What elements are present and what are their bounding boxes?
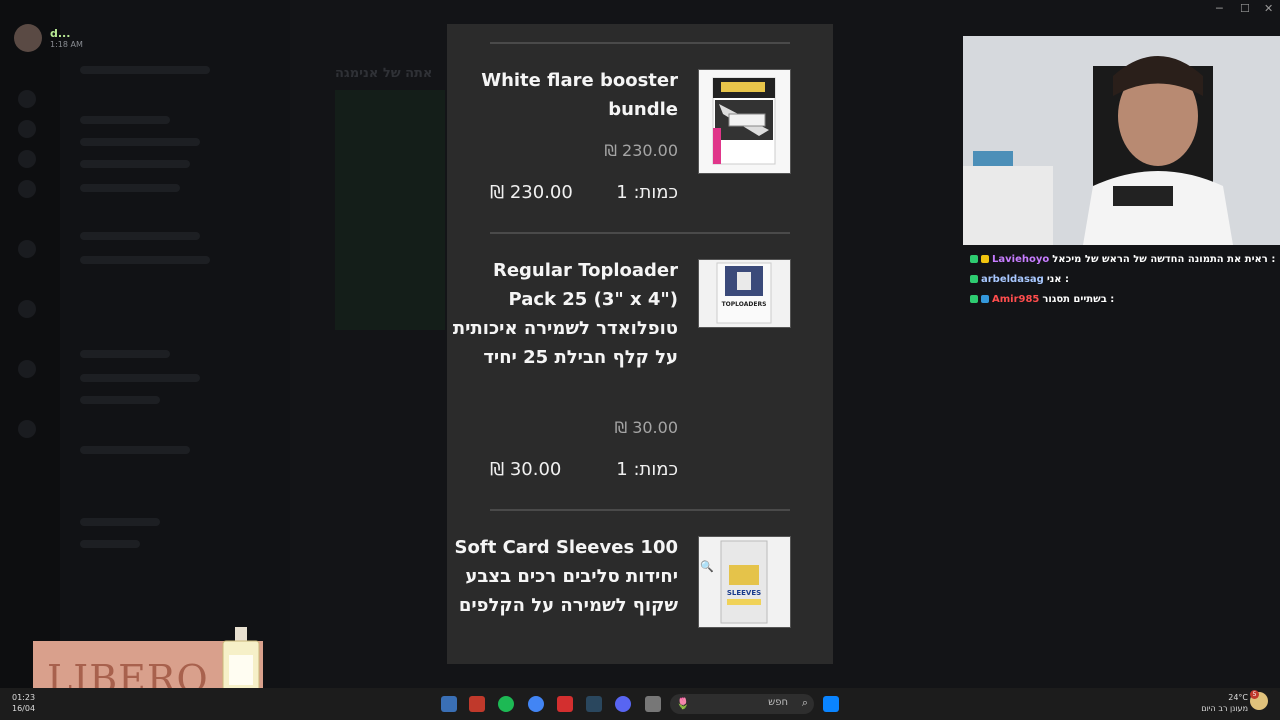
webcam-overlay	[963, 36, 1280, 245]
product-price: ₪ 230.00	[604, 141, 678, 160]
taskbar: 01:23 16/04 🌷 חפש ⌕ 24°C מעונן רב היום 5	[0, 688, 1280, 720]
chat-message: Amir985 בשתיים תסגור :	[970, 289, 1280, 309]
search-input[interactable]: 🌷 חפש ⌕	[670, 694, 814, 714]
thumb-label-sleeves: SLEEVES	[727, 589, 761, 597]
flowers-icon: 🌷	[676, 697, 690, 710]
product-title[interactable]: Regular Toploader Pack 25 (3" x 4") טופל…	[448, 256, 678, 372]
product-title[interactable]: White flare booster bundle	[448, 66, 678, 124]
chat-badge-icon	[981, 295, 989, 303]
product-total: ₪ 30.00	[490, 459, 562, 480]
clock-date: 16/04	[12, 704, 36, 713]
stream-chat: Laviehoyo ראית את התמונה החדשה של הראש ש…	[970, 249, 1280, 309]
user-info[interactable]: d... 1:18 AM	[14, 24, 83, 52]
chat-badge-icon	[981, 255, 989, 263]
app-icon[interactable]	[469, 696, 485, 712]
chat-text: בשתיים תסגור :	[1042, 293, 1115, 305]
taskbar-clock[interactable]: 01:23 16/04	[12, 692, 35, 714]
chat-badge-icon	[970, 255, 978, 263]
product-quantity[interactable]: כמות: 1	[616, 182, 678, 203]
weather-widget[interactable]: 24°C מעונן רב היום	[1200, 692, 1248, 714]
discord-icon[interactable]	[615, 696, 631, 712]
chat-username: Laviehoyo	[992, 253, 1050, 265]
cart-modal[interactable]: White flare booster bundle ₪ 230.00 כמות…	[447, 24, 833, 664]
background-image	[335, 90, 445, 330]
product-image-white-flare[interactable]	[698, 69, 791, 174]
search-placeholder: חפש	[768, 697, 788, 708]
product-image-toploader[interactable]: TOPLOADERS	[698, 259, 791, 328]
channel-list	[60, 0, 290, 688]
divider	[490, 42, 790, 44]
product-price: ₪ 30.00	[614, 418, 678, 437]
product-quantity[interactable]: כמות: 1	[616, 459, 678, 480]
spotify-icon[interactable]	[498, 696, 514, 712]
chat-badge-icon	[970, 295, 978, 303]
zoom-icon[interactable]: 🔍	[700, 560, 714, 573]
user-time: 1:18 AM	[50, 40, 83, 49]
divider	[490, 232, 790, 234]
weather-temp: 24°C	[1228, 693, 1248, 702]
product-title[interactable]: Soft Card Sleeves 100 יחידות סליבים רכים…	[448, 533, 678, 620]
chat-text: אני :	[1046, 273, 1070, 285]
avatar	[14, 24, 42, 52]
channel-title: אתה של אנימגה	[335, 66, 433, 81]
file-explorer-icon[interactable]	[645, 696, 661, 712]
close-icon[interactable]: ✕	[1264, 2, 1273, 15]
steam-icon[interactable]	[586, 696, 602, 712]
chrome-icon[interactable]	[528, 696, 544, 712]
chat-username: arbeldasag	[981, 273, 1044, 285]
notification-badge: 5	[1250, 690, 1259, 699]
minimize-icon[interactable]: ─	[1216, 2, 1223, 15]
product-image-sleeves[interactable]: SLEEVES	[698, 536, 791, 628]
maximize-icon[interactable]: ☐	[1240, 2, 1250, 15]
chat-message: arbeldasag אני :	[970, 269, 1280, 289]
user-name: d...	[50, 27, 71, 40]
app-icon[interactable]	[557, 696, 573, 712]
chat-text: ראית את התמונה החדשה של הראש של מיכאל :	[1052, 253, 1276, 265]
calculator-icon[interactable]	[441, 696, 457, 712]
thumb-label-toploaders: TOPLOADERS	[722, 301, 767, 308]
chat-username: Amir985	[992, 293, 1040, 305]
product-total: ₪ 230.00	[490, 182, 573, 203]
search-icon: ⌕	[801, 696, 808, 709]
server-sidebar	[0, 0, 60, 688]
clock-time: 01:23	[12, 693, 36, 702]
weather-desc: מעונן רב היום	[1201, 704, 1248, 713]
chat-badge-icon	[970, 275, 978, 283]
start-icon[interactable]	[823, 696, 839, 712]
divider	[490, 509, 790, 511]
chat-message: Laviehoyo ראית את התמונה החדשה של הראש ש…	[970, 249, 1280, 269]
